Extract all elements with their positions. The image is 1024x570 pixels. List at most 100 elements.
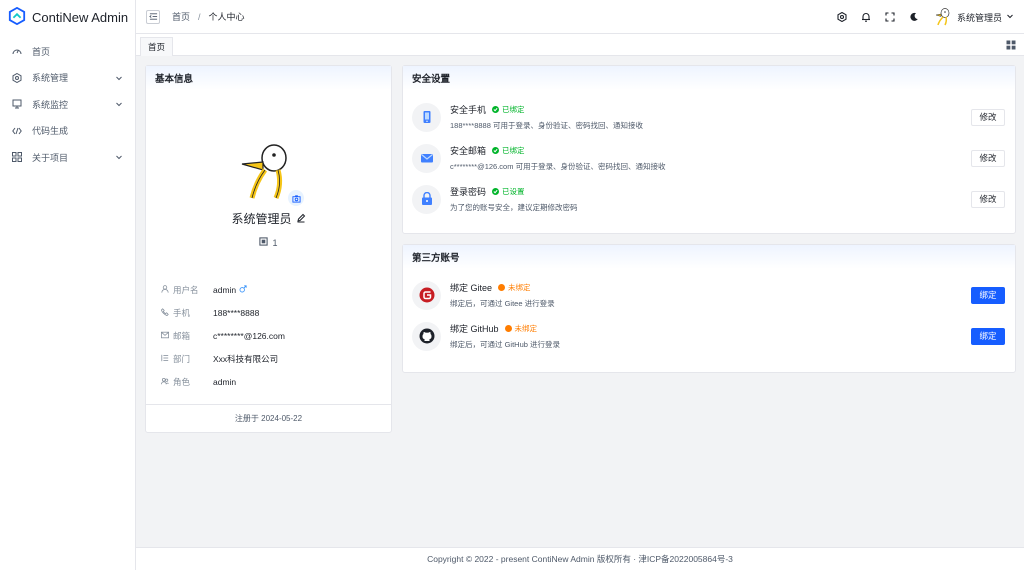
chevron-down-icon <box>115 153 123 161</box>
info-label-role: 角色 <box>173 376 191 387</box>
fullscreen-icon[interactable] <box>885 12 895 22</box>
status-badge: 已绑定 <box>492 145 525 156</box>
security-password-title: 登录密码 <box>450 187 487 197</box>
settings-icon[interactable] <box>837 12 847 22</box>
security-row-password: 登录密码 已设置 为了您的账号安全，建议定期修改密码 修改 <box>412 181 1005 217</box>
sidebar-item-label: 系统监控 <box>32 99 69 110</box>
info-row-role: 角色 admin <box>161 370 381 393</box>
grid-icon[interactable] <box>1006 40 1016 50</box>
info-row-username: 用户名 admin <box>161 278 381 301</box>
info-value-username: admin <box>213 284 237 295</box>
github-title: 绑定 GitHub <box>450 324 499 334</box>
security-card-title: 安全设置 <box>403 66 1015 90</box>
dashboard-icon <box>12 46 22 56</box>
app-logo[interactable]: ContiNew Admin <box>0 0 135 34</box>
sidebar-item-label: 代码生成 <box>32 126 69 137</box>
check-circle-icon <box>492 188 500 195</box>
status-badge: 未绑定 <box>504 323 537 334</box>
gitee-title: 绑定 Gitee <box>450 283 493 293</box>
tab-home[interactable]: 首页 <box>140 37 174 56</box>
sidebar-item-monitor[interactable]: 系统监控 <box>0 91 135 118</box>
dept-icon <box>161 354 169 364</box>
info-label-phone: 手机 <box>173 307 191 318</box>
info-value-phone: 188****8888 <box>213 307 260 318</box>
avatar <box>933 6 953 28</box>
phone-icon <box>160 307 169 318</box>
phone-icon <box>412 102 441 132</box>
security-phone-desc: 188****8888 可用于登录、身份验证、密码找回、通知接收 <box>450 121 643 130</box>
sidebar-item-about[interactable]: 关于项目 <box>0 144 135 171</box>
security-row-phone: 安全手机 已绑定 188****8888 可用于登录、身份验证、密码找回、通知接… <box>412 99 1005 135</box>
third-party-row-github: 绑定 GitHub 未绑定 绑定后，可通过 GitHub 进行登录 绑定 <box>412 318 1005 354</box>
chevron-down-icon <box>115 74 123 82</box>
status-badge: 已设置 <box>492 186 525 197</box>
upload-avatar-button[interactable] <box>288 190 304 206</box>
header-actions: 系统管理员 <box>837 0 1014 34</box>
page-footer: Copyright © 2022 - present ContiNew Admi… <box>136 547 1024 570</box>
info-row-email: 邮箱 c********@126.com <box>161 324 381 347</box>
bind-gitee-button[interactable]: 绑定 <box>971 286 1005 304</box>
notification-bell-icon[interactable] <box>861 12 871 22</box>
info-value-role: admin <box>213 376 237 387</box>
security-settings-card: 安全设置 安全手机 已绑定 188****8888 可用于登录、身份验证、密码找… <box>402 65 1016 234</box>
settings-icon <box>12 72 22 83</box>
modify-password-button[interactable]: 修改 <box>971 190 1005 208</box>
chevron-down-icon <box>1006 12 1014 22</box>
third-party-row-gitee: 绑定 Gitee 未绑定 绑定后，可通过 Gitee 进行登录 绑定 <box>412 277 1005 313</box>
security-row-email: 安全邮箱 已绑定 c********@126.com 可用于登录、身份验证、密码… <box>412 140 1005 176</box>
camera-icon <box>291 194 301 203</box>
code-icon <box>12 126 22 136</box>
security-phone-title: 安全手机 <box>450 105 487 115</box>
menu-collapse-button[interactable] <box>146 9 160 24</box>
breadcrumb-home[interactable]: 首页 <box>172 10 190 23</box>
user-icon <box>161 284 169 295</box>
dark-mode-moon-icon[interactable] <box>909 12 919 22</box>
sidebar-item-home[interactable]: 首页 <box>0 38 135 65</box>
lock-icon <box>412 184 441 214</box>
sidebar-item-label: 首页 <box>32 46 51 57</box>
gitee-desc: 绑定后，可通过 Gitee 进行登录 <box>450 299 555 308</box>
github-desc: 绑定后，可通过 GitHub 进行登录 <box>450 340 561 349</box>
profile-card: 基本信息 系统管理员 1 用户名 admin 手机 188****8888 邮箱… <box>145 65 392 433</box>
user-menu[interactable]: 系统管理员 <box>933 6 1014 28</box>
modify-phone-button[interactable]: 修改 <box>971 108 1005 126</box>
info-value-email: c********@126.com <box>213 330 285 341</box>
status-badge: 未绑定 <box>498 282 531 293</box>
tab-bar: 首页 <box>136 34 1024 56</box>
profile-avatar <box>238 140 304 206</box>
male-gender-icon <box>239 284 247 295</box>
breadcrumb-separator: / <box>198 11 201 22</box>
check-circle-icon <box>492 106 500 113</box>
check-circle-icon <box>492 147 500 154</box>
breadcrumb-current: 个人中心 <box>208 12 245 22</box>
info-row-dept: 部门 Xxx科技有限公司 <box>161 347 381 370</box>
github-icon <box>412 321 441 351</box>
organization-icon <box>259 237 269 248</box>
info-value-dept: Xxx科技有限公司 <box>213 353 279 364</box>
app-title: ContiNew Admin <box>32 9 129 25</box>
sidebar-item-system[interactable]: 系统管理 <box>0 65 135 92</box>
chevron-down-icon <box>115 100 123 108</box>
info-label-email: 邮箱 <box>173 330 191 341</box>
gitee-icon <box>412 280 441 310</box>
menu-fold-icon <box>148 13 157 20</box>
status-badge: 已绑定 <box>492 104 525 115</box>
sidebar-item-codegen[interactable]: 代码生成 <box>0 118 135 145</box>
nickname: 系统管理员 <box>231 212 292 226</box>
modify-email-button[interactable]: 修改 <box>971 149 1005 167</box>
duck-avatar-image <box>241 144 287 199</box>
info-label-username: 用户名 <box>173 284 199 295</box>
profile-info-list: 用户名 admin 手机 188****8888 邮箱 c********@12… <box>160 278 381 393</box>
nickname-row: 系统管理员 <box>146 210 391 227</box>
edit-icon[interactable] <box>296 213 306 225</box>
bind-github-button[interactable]: 绑定 <box>971 327 1005 345</box>
warning-circle-icon <box>498 284 506 291</box>
logo-icon <box>8 6 26 27</box>
email-icon <box>412 143 441 173</box>
info-row-phone: 手机 188****8888 <box>160 301 381 324</box>
apps-icon <box>12 152 22 163</box>
sidebar-item-label: 系统管理 <box>32 73 69 84</box>
dept-count: 1 <box>272 237 278 248</box>
sidebar-item-label: 关于项目 <box>32 152 69 163</box>
register-date: 注册于 2024-05-22 <box>146 404 391 432</box>
